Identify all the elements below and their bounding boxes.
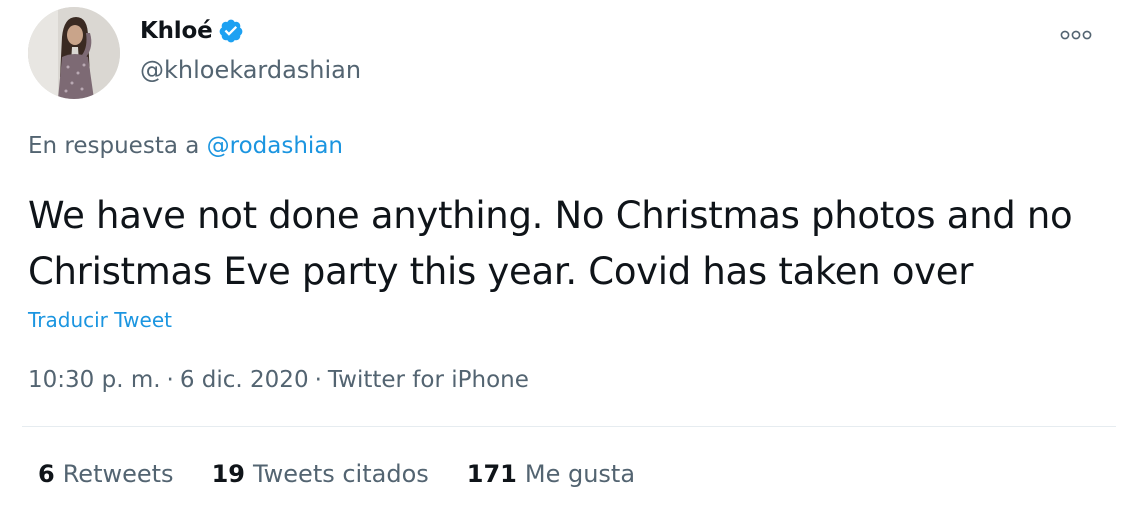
verified-badge-icon	[218, 18, 244, 44]
likes-count: 171	[466, 460, 517, 488]
tweet-date[interactable]: 6 dic. 2020	[180, 367, 309, 393]
reply-context: En respuesta a @rodashian	[28, 133, 343, 159]
tweet-source[interactable]: Twitter for iPhone	[328, 367, 529, 393]
reply-mention-link[interactable]: @rodashian	[207, 133, 343, 159]
retweets-label: Retweets	[62, 460, 174, 488]
tweet-stats: 6 Retweets 19 Tweets citados 171 Me gusta	[38, 460, 635, 488]
author-display-name[interactable]: Khloé	[140, 18, 213, 44]
meta-separator: ·	[314, 367, 322, 393]
author-name-row: Khloé	[140, 18, 244, 44]
quote-tweets-label: Tweets citados	[252, 460, 429, 488]
tweet-meta: 10:30 p. m. · 6 dic. 2020 · Twitter for iPho…	[28, 367, 529, 393]
quote-tweets-count: 19	[211, 460, 245, 488]
avatar[interactable]	[28, 7, 120, 99]
tweet-card: Khloé @khloekardashian En respuesta a @r…	[0, 0, 1124, 507]
avatar-photo	[28, 7, 120, 99]
translate-tweet-link[interactable]: Traducir Tweet	[28, 308, 172, 332]
retweets-stat[interactable]: 6 Retweets	[38, 460, 174, 488]
quote-tweets-stat[interactable]: 19 Tweets citados	[212, 460, 429, 488]
more-options-icon[interactable]	[1060, 26, 1092, 40]
tweet-time[interactable]: 10:30 p. m.	[28, 367, 161, 393]
tweet-text: We have not done anything. No Christmas …	[28, 194, 1073, 293]
reply-prefix: En respuesta a	[28, 133, 200, 159]
likes-stat[interactable]: 171 Me gusta	[467, 460, 635, 488]
retweets-count: 6	[38, 460, 55, 488]
author-handle[interactable]: @khloekardashian	[140, 56, 361, 84]
likes-label: Me gusta	[524, 460, 636, 488]
divider	[22, 426, 1116, 427]
meta-separator: ·	[166, 367, 174, 393]
